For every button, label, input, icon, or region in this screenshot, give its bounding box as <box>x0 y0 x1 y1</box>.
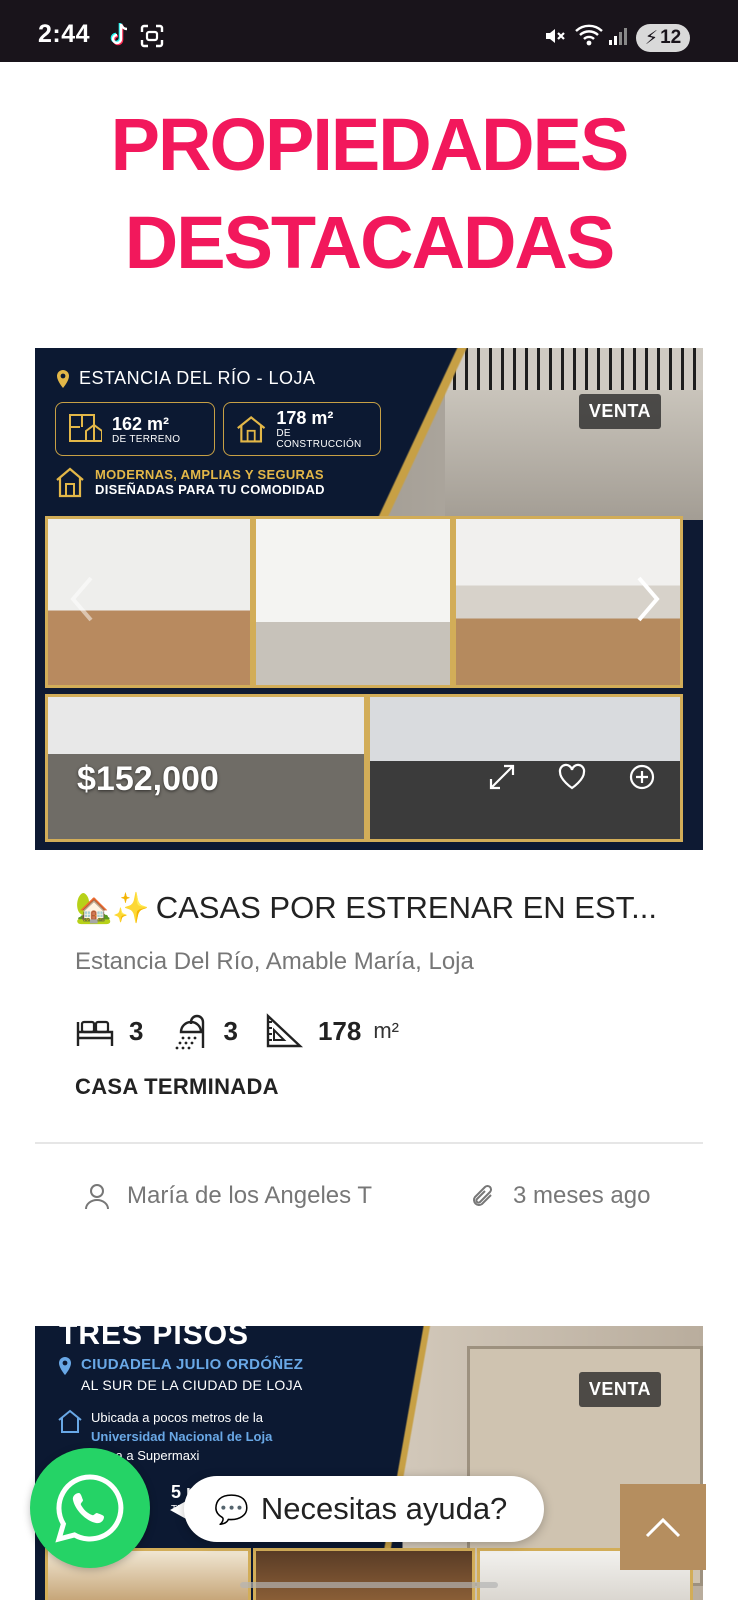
whatsapp-icon <box>55 1474 124 1543</box>
flyer-construction-value: 178 m² <box>276 408 334 428</box>
flyer-tagline-line2: DISEÑADAS PARA TU COMODIDAD <box>95 482 325 497</box>
gallery-prev-button[interactable] <box>65 572 101 626</box>
author-name[interactable]: María de los Angeles T <box>127 1182 372 1210</box>
location-pin-icon <box>57 369 69 388</box>
flyer-location-text: ESTANCIA DEL RÍO - LOJA <box>79 368 316 388</box>
chevron-right-icon <box>637 576 660 622</box>
property-title[interactable]: 🏡✨ CASAS POR ESTRENAR EN EST... <box>75 890 663 926</box>
screenshot-icon <box>140 24 164 48</box>
gallery-next-button[interactable] <box>629 572 665 626</box>
flyer-gold-stripe <box>365 348 475 520</box>
flyer-photo-street <box>445 390 703 520</box>
battery-level: 12 <box>660 27 682 48</box>
bathrooms-count: 3 <box>223 1015 238 1046</box>
property-author[interactable]: María de los Angeles T <box>83 1182 372 1210</box>
flyer-terrain-value: 162 m² <box>112 413 170 434</box>
house-icon <box>237 416 266 443</box>
property-details: 🏡✨ CASAS POR ESTRENAR EN EST... Estancia… <box>35 890 703 1100</box>
property-status: CASA TERMINADA <box>75 1074 279 1099</box>
speech-bubble-emoji: 💬 <box>214 1493 249 1525</box>
home-indicator[interactable] <box>240 1582 498 1588</box>
mute-icon <box>546 29 565 43</box>
shower-icon <box>176 1014 205 1050</box>
help-text[interactable]: Necesitas ayuda? <box>261 1491 507 1527</box>
bedrooms-feature: 3 <box>75 1012 143 1050</box>
flyer-photo-strip <box>35 1548 703 1600</box>
house-outline-icon <box>58 1409 82 1433</box>
bed-icon <box>76 1020 114 1046</box>
floorplan-icon <box>69 414 102 442</box>
chevron-left-icon <box>70 576 93 622</box>
photo-hallway <box>253 516 453 688</box>
flyer-info-line1: Ubicada a pocos metros de la <box>91 1410 263 1425</box>
signal-icon <box>609 28 627 45</box>
whatsapp-button[interactable] <box>30 1448 150 1568</box>
location-pin-icon <box>59 1357 71 1375</box>
flyer-tagline-line1: MODERNAS, AMPLIAS Y SEGURAS <box>95 467 324 482</box>
area-unit: m² <box>373 1018 399 1043</box>
property-image-gallery[interactable]: TRES PISOS CIUDADELA JULIO ORDÓÑEZ AL SU… <box>35 1326 703 1600</box>
status-badge: VENTA <box>578 1372 661 1407</box>
house-outline-icon <box>56 467 84 498</box>
property-features: 3 3 178 m² <box>75 1012 663 1050</box>
ruler-triangle-icon <box>266 1013 303 1048</box>
property-card[interactable]: TRES PISOS CIUDADELA JULIO ORDÓÑEZ AL SU… <box>35 1326 703 1600</box>
area-feature: 178 m² <box>264 1012 399 1050</box>
flyer-terrain-box: 162 m² DE TERRENO <box>55 402 215 456</box>
flyer-location: CIUDADELA JULIO ORDÓÑEZ AL SUR DE LA CIU… <box>57 1356 303 1393</box>
favorite-heart-icon[interactable] <box>557 762 587 792</box>
flyer-tagline: MODERNAS, AMPLIAS Y SEGURAS DISEÑADAS PA… <box>55 466 325 498</box>
section-title-line2: DESTACADAS <box>124 201 615 284</box>
image-tools <box>487 762 657 792</box>
date-text: 3 meses ago <box>513 1182 651 1209</box>
section-title-line1: PROPIEDADES <box>110 103 630 186</box>
battery-bolt-icon: ⚡ <box>644 27 659 49</box>
bathrooms-feature: 3 <box>169 1012 238 1050</box>
property-image-gallery[interactable]: ESTANCIA DEL RÍO - LOJA 162 m² DE TERREN… <box>35 348 703 850</box>
bedrooms-count: 3 <box>129 1015 144 1046</box>
property-title-text[interactable]: CASAS POR ESTRENAR EN EST... <box>156 890 657 926</box>
card-footer: María de los Angeles T 3 meses ago <box>35 1144 703 1254</box>
property-date: 3 meses ago <box>469 1182 650 1210</box>
property-price: $152,000 <box>77 760 219 798</box>
wifi-icon <box>575 24 603 46</box>
chevron-up-icon <box>645 1517 681 1538</box>
photo-interior-2 <box>253 1548 475 1600</box>
flyer-terrain-label: DE TERRENO <box>112 433 181 445</box>
flyer-location-sub: AL SUR DE LA CIUDAD DE LOJA <box>81 1377 303 1393</box>
status-badge: VENTA <box>578 394 661 429</box>
paperclip-icon <box>473 1184 493 1206</box>
flyer-title: TRES PISOS <box>59 1326 250 1351</box>
property-address: Estancia Del Río, Amable María, Loja <box>75 948 474 975</box>
flyer-info-line2: Universidad Nacional de Loja <box>91 1429 273 1444</box>
flyer-construction-box: 178 m² DE CONSTRUCCIÓN <box>223 402 381 456</box>
user-icon <box>85 1184 109 1210</box>
property-card[interactable]: ESTANCIA DEL RÍO - LOJA 162 m² DE TERREN… <box>35 348 703 1254</box>
section-title: PROPIEDADES DESTACADAS <box>0 96 738 292</box>
flyer-location: ESTANCIA DEL RÍO - LOJA <box>55 368 316 389</box>
help-chat-bubble[interactable]: 💬 Necesitas ayuda? <box>184 1476 544 1542</box>
status-time: 2:44 <box>38 20 91 48</box>
house-sparkle-emoji: 🏡✨ <box>75 891 150 925</box>
tiktok-icon <box>110 23 128 46</box>
flyer-construction-label: DE CONSTRUCCIÓN <box>276 428 362 450</box>
compare-plus-icon[interactable] <box>627 762 657 792</box>
battery-icon: ⚡ 12 <box>636 24 690 52</box>
scroll-to-top-button[interactable] <box>620 1484 706 1570</box>
area-value: 178 <box>317 1015 362 1046</box>
flyer-location-main: CIUDADELA JULIO ORDÓÑEZ <box>81 1356 304 1373</box>
expand-icon[interactable] <box>487 762 517 792</box>
status-bar: 2:44 ⚡ 12 <box>0 0 738 62</box>
